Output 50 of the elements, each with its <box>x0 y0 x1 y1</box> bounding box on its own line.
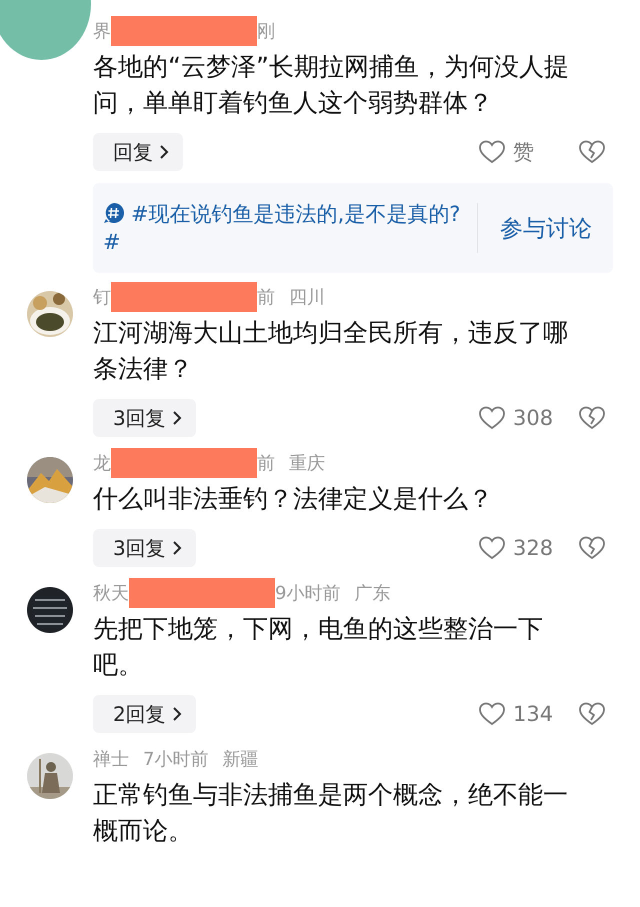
broken-heart-icon <box>579 702 605 726</box>
comment-text: 什么叫非法垂钓？法律定义是什么？ <box>93 483 494 515</box>
location-label: 重庆 <box>289 452 325 475</box>
like-button[interactable] <box>479 702 505 726</box>
like-count: 308 <box>513 406 554 430</box>
dislike-button[interactable] <box>579 140 605 164</box>
like-count: 赞 <box>513 139 535 166</box>
user-name: 禅士 <box>93 748 129 771</box>
like-count: 328 <box>513 536 554 560</box>
reply-button[interactable]: 3回复 <box>93 399 196 437</box>
reply-button[interactable]: 3回复 <box>93 529 196 567</box>
location-label: 新疆 <box>222 748 258 771</box>
like-button[interactable] <box>479 140 505 164</box>
comment-text: 先把下地笼，下网，电鱼的这些整治一下吧。 <box>93 613 544 681</box>
heart-icon <box>479 702 505 726</box>
chevron-icon <box>159 144 169 160</box>
topic-icon <box>103 202 125 224</box>
timestamp: 9小时前 <box>275 582 340 605</box>
timestamp: 前 <box>257 286 275 309</box>
user-name: 界 <box>93 20 111 43</box>
comment-text: 正常钓鱼与非法捕鱼是两个概念，绝不能一概而论。 <box>93 779 569 847</box>
broken-heart-icon <box>579 406 605 430</box>
heart-icon <box>479 536 505 560</box>
chevron-icon <box>172 540 182 556</box>
timestamp: 刚 <box>257 20 275 43</box>
location-label: 广东 <box>354 582 390 605</box>
chevron-icon <box>172 410 182 426</box>
user-name: 钉 <box>93 286 111 309</box>
dislike-button[interactable] <box>579 406 605 430</box>
broken-heart-icon <box>579 140 605 164</box>
broken-heart-icon <box>579 536 605 560</box>
like-button[interactable] <box>479 406 505 430</box>
comment-text: 各地的“云梦泽”长期拉网捕鱼，为何没人提问，单单盯着钓鱼人这个弱势群体？ <box>93 51 570 119</box>
comment-text: 江河湖海大山土地均归全民所有，违反了哪条法律？ <box>93 317 569 385</box>
user-name: 龙 <box>93 452 111 475</box>
dislike-button[interactable] <box>579 702 605 726</box>
chevron-icon <box>172 706 182 722</box>
reply-button[interactable]: 2回复 <box>93 695 196 733</box>
timestamp: 前 <box>257 452 275 475</box>
reply-button[interactable]: 回复 <box>93 133 183 171</box>
join-discussion-button[interactable]: 参与讨论 <box>478 212 612 244</box>
location-label: 四川 <box>289 286 325 309</box>
dislike-button[interactable] <box>579 536 605 560</box>
like-count: 134 <box>513 702 554 726</box>
user-name: 秋天 <box>93 582 129 605</box>
heart-icon <box>479 140 505 164</box>
topic-link[interactable]: #现在说钓鱼是违法的,是不是真的?# <box>103 200 463 256</box>
heart-icon <box>479 406 505 430</box>
timestamp: 7小时前 <box>143 748 208 771</box>
like-button[interactable] <box>479 536 505 560</box>
